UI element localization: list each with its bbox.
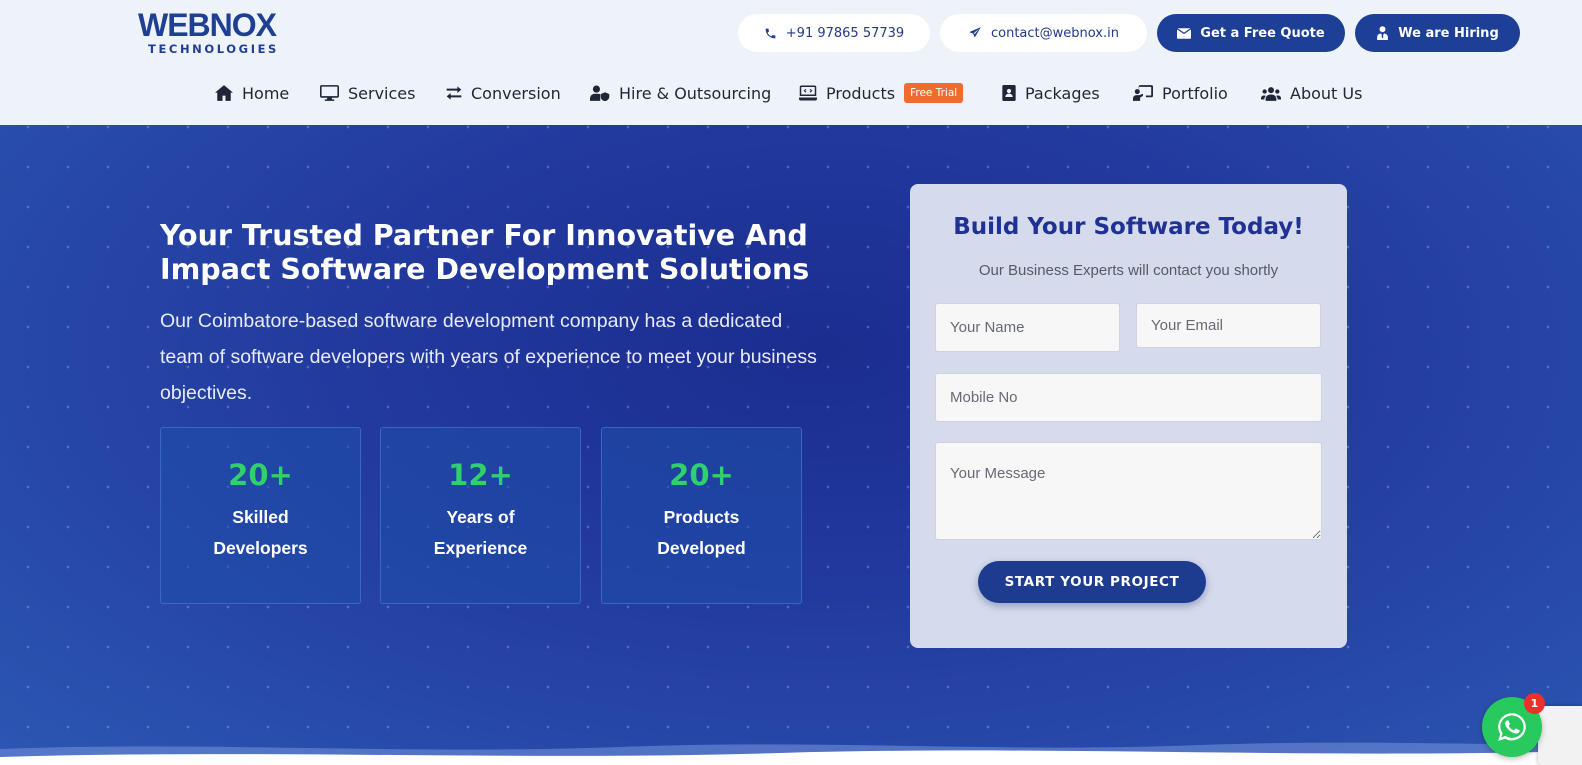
get-free-quote-button[interactable]: Get a Free Quote xyxy=(1157,14,1345,52)
stat-label: Years of Experience xyxy=(433,507,528,558)
users-icon xyxy=(1261,86,1281,101)
stat-card-products: 20+ Products Developed xyxy=(601,427,802,604)
laptop-code-icon xyxy=(799,85,817,101)
form-title: Build Your Software Today! xyxy=(953,214,1304,240)
nav-item-home[interactable]: Home xyxy=(215,78,289,108)
logo-tagline: TECHNOLOGIES xyxy=(148,42,279,56)
phone-number: +91 97865 57739 xyxy=(785,25,905,41)
nav-label-about-us: About Us xyxy=(1290,83,1363,103)
phone-button[interactable]: +91 97865 57739 xyxy=(738,14,930,52)
site-header: WEBNOX TECHNOLOGIES +91 97865 57739 cont… xyxy=(0,0,1582,125)
start-your-project-button[interactable]: START YOUR PROJECT xyxy=(978,561,1206,603)
desktop-icon xyxy=(320,85,339,101)
nav-label-portfolio: Portfolio xyxy=(1162,83,1228,103)
main-nav: Home Services Conversion Hire & Outsourc… xyxy=(0,78,1582,108)
nav-item-products[interactable]: Products Free Trial xyxy=(799,78,964,108)
stat-card-developers: 20+ Skilled Developers xyxy=(160,427,361,604)
whatsapp-icon xyxy=(1498,713,1526,741)
exchange-arrows-icon xyxy=(446,86,462,100)
stat-value: 20+ xyxy=(228,458,293,492)
chalkboard-user-icon xyxy=(1133,85,1153,101)
phone-icon xyxy=(765,28,776,38)
nav-label-hire-outsourcing: Hire & Outsourcing xyxy=(619,83,772,103)
nav-label-services: Services xyxy=(348,83,416,103)
home-icon xyxy=(215,85,233,101)
stat-value: 20+ xyxy=(669,458,734,492)
hero-description: Our Coimbatore-based software developmen… xyxy=(160,310,817,404)
hero-section: Your Trusted Partner For Innovative And … xyxy=(0,125,1582,765)
nav-item-about-us[interactable]: About Us xyxy=(1261,78,1362,108)
nav-label-conversion: Conversion xyxy=(471,83,561,103)
nav-item-hire-outsourcing[interactable]: Hire & Outsourcing xyxy=(590,78,771,108)
email-input[interactable] xyxy=(1136,303,1321,348)
webnox-logo[interactable]: WEBNOX TECHNOLOGIES xyxy=(138,8,288,58)
recaptcha-badge[interactable] xyxy=(1538,706,1582,765)
hero-title: Your Trusted Partner For Innovative And … xyxy=(160,219,810,286)
mobile-input[interactable] xyxy=(935,373,1322,422)
stat-label: Products Developed xyxy=(657,507,746,558)
free-trial-badge: Free Trial xyxy=(904,83,964,103)
get-free-quote-label: Get a Free Quote xyxy=(1200,25,1325,41)
nav-item-portfolio[interactable]: Portfolio xyxy=(1133,78,1228,108)
user-shield-icon xyxy=(590,85,610,101)
stat-label: Skilled Developers xyxy=(213,507,308,558)
nav-item-conversion[interactable]: Conversion xyxy=(446,78,561,108)
message-textarea[interactable] xyxy=(935,442,1322,540)
we-are-hiring-label: We are Hiring xyxy=(1398,25,1499,41)
nav-item-services[interactable]: Services xyxy=(320,78,415,108)
envelope-icon xyxy=(1177,27,1192,39)
logo-wordmark: WEBNOX xyxy=(138,7,277,43)
nav-item-packages[interactable]: Packages xyxy=(1002,78,1100,108)
name-input[interactable] xyxy=(935,303,1120,352)
email-button[interactable]: contact@webnox.in xyxy=(940,14,1147,52)
nav-label-packages: Packages xyxy=(1025,83,1100,103)
address-book-icon xyxy=(1002,85,1016,101)
contact-form-card: Build Your Software Today! Our Business … xyxy=(910,184,1347,648)
email-address: contact@webnox.in xyxy=(990,25,1119,41)
form-subtitle: Our Business Experts will contact you sh… xyxy=(978,262,1279,279)
user-tie-icon xyxy=(1377,26,1389,40)
stat-value: 12+ xyxy=(448,458,513,492)
chat-notification-badge: 1 xyxy=(1524,693,1545,714)
we-are-hiring-button[interactable]: We are Hiring xyxy=(1355,14,1520,52)
wave-divider xyxy=(0,742,1582,765)
nav-label-home: Home xyxy=(242,83,290,103)
nav-label-products: Products xyxy=(826,83,896,103)
paper-plane-icon xyxy=(969,27,981,38)
stat-card-experience: 12+ Years of Experience xyxy=(380,427,581,604)
